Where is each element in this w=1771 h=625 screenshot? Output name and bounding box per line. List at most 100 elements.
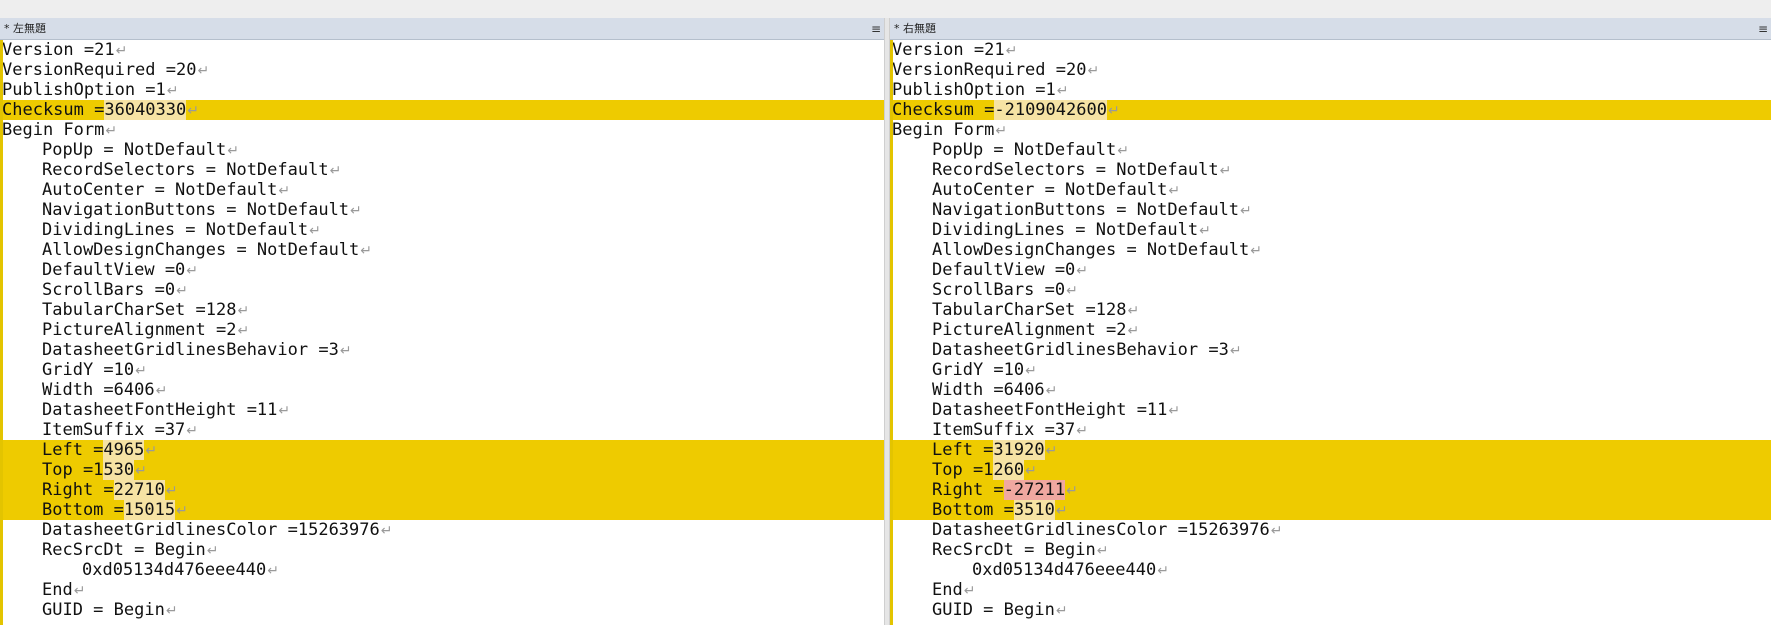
code-line[interactable]: RecSrcDt = Begin↵	[890, 540, 1771, 560]
diff-line[interactable]: Right =-27211↵	[890, 480, 1771, 500]
line-text: Begin Form	[2, 120, 105, 140]
code-line[interactable]: AutoCenter = NotDefault↵	[0, 180, 884, 200]
code-line[interactable]: VersionRequired =20↵	[890, 60, 1771, 80]
line-text: TabularCharSet =128	[42, 300, 237, 320]
line-end-icon: ↵	[155, 383, 168, 399]
code-line[interactable]: GUID = Begin↵	[0, 600, 884, 620]
code-line[interactable]: Version =21↵	[890, 40, 1771, 60]
window-top-bar	[0, 0, 1771, 18]
code-line[interactable]: DefaultView =0↵	[890, 260, 1771, 280]
diff-line[interactable]: Bottom =15015↵	[0, 500, 884, 520]
line-text: Version =21	[2, 40, 115, 60]
code-line[interactable]: PopUp = NotDefault↵	[890, 140, 1771, 160]
code-line[interactable]: NavigationButtons = NotDefault↵	[0, 200, 884, 220]
diff-line[interactable]: Bottom =3510↵	[890, 500, 1771, 520]
left-pane-menu-icon[interactable]: ≡	[871, 18, 881, 40]
code-line[interactable]: 0xd05134d476eee440↵	[0, 560, 884, 580]
diff-line[interactable]: Checksum =36040330↵	[0, 100, 884, 120]
left-change-gutter	[0, 40, 3, 625]
line-end-icon: ↵	[1076, 263, 1089, 279]
code-line[interactable]: RecordSelectors = NotDefault↵	[890, 160, 1771, 180]
diff-line[interactable]: Top =1530↵	[0, 460, 884, 480]
left-editor-pane[interactable]: * 左無題 ≡ Version =21↵ VersionRequired =20↵…	[0, 18, 884, 625]
line-end-icon: ↵	[329, 163, 342, 179]
diff-line[interactable]: Top =1260↵	[890, 460, 1771, 480]
line-end-icon: ↵	[1199, 223, 1211, 239]
line-text: RecordSelectors = NotDefault	[42, 160, 329, 180]
code-line[interactable]: PictureAlignment =2↵	[0, 320, 884, 340]
code-line[interactable]: DatasheetGridlinesColor =15263976↵	[890, 520, 1771, 540]
code-line[interactable]: End↵	[0, 580, 884, 600]
code-line[interactable]: ItemSuffix =37↵	[0, 420, 884, 440]
code-line[interactable]: TabularCharSet =128↵	[890, 300, 1771, 320]
code-line[interactable]: NavigationButtons = NotDefault↵	[890, 200, 1771, 220]
line-end-icon: ↵	[1117, 143, 1129, 159]
code-line[interactable]: DatasheetGridlinesBehavior =3↵	[890, 340, 1771, 360]
code-line[interactable]: PublishOption =1↵	[0, 80, 884, 100]
right-editor-pane[interactable]: * 右無題 ≡ Version =21↵ VersionRequired =20↵…	[890, 18, 1771, 625]
changed-text: 22710	[113, 480, 165, 500]
code-line[interactable]: GUID = Begin↵	[890, 600, 1771, 620]
code-line[interactable]: DatasheetGridlinesColor =15263976↵	[0, 520, 884, 540]
code-line[interactable]: GridY =10↵	[0, 360, 884, 380]
line-text: GridY =10	[932, 360, 1025, 380]
line-end-icon: ↵	[1066, 483, 1078, 499]
line-text: Left =	[932, 440, 994, 460]
line-text: Width =6406	[42, 380, 155, 400]
left-text-area[interactable]: Version =21↵ VersionRequired =20↵ PublishO…	[0, 40, 884, 620]
code-line[interactable]: End↵	[890, 580, 1771, 600]
line-text: Checksum =	[892, 100, 995, 120]
diff-line[interactable]: Right =22710↵	[0, 480, 884, 500]
code-line[interactable]: ScrollBars =0↵	[0, 280, 884, 300]
line-text: GUID = Begin	[42, 600, 165, 620]
code-line[interactable]: DividingLines = NotDefault↵	[0, 220, 884, 240]
diff-line[interactable]: Left =31920↵	[890, 440, 1771, 460]
code-line[interactable]: DatasheetFontHeight =11↵	[890, 400, 1771, 420]
line-end-icon: ↵	[278, 403, 291, 419]
right-pane-menu-icon[interactable]: ≡	[1758, 18, 1768, 40]
code-line[interactable]: RecSrcDt = Begin↵	[0, 540, 884, 560]
code-line[interactable]: DividingLines = NotDefault↵	[890, 220, 1771, 240]
line-end-icon: ↵	[1229, 343, 1242, 359]
changed-text: 530	[103, 460, 135, 480]
code-line[interactable]: 0xd05134d476eee440↵	[890, 560, 1771, 580]
line-text: GridY =10	[42, 360, 135, 380]
diff-line[interactable]: Left =4965↵	[0, 440, 884, 460]
code-line[interactable]: DatasheetGridlinesBehavior =3↵	[0, 340, 884, 360]
code-line[interactable]: Width =6406↵	[890, 380, 1771, 400]
code-line[interactable]: TabularCharSet =128↵	[0, 300, 884, 320]
right-text-area[interactable]: Version =21↵ VersionRequired =20↵ PublishO…	[890, 40, 1771, 620]
code-line[interactable]: GridY =10↵	[890, 360, 1771, 380]
line-text: VersionRequired =20	[892, 60, 1087, 80]
line-text: DividingLines = NotDefault	[42, 220, 309, 240]
code-line[interactable]: VersionRequired =20↵	[0, 60, 884, 80]
code-line[interactable]: Version =21↵	[0, 40, 884, 60]
line-end-icon: ↵	[963, 583, 976, 599]
code-line[interactable]: AutoCenter = NotDefault↵	[890, 180, 1771, 200]
code-line[interactable]: Begin Form↵	[0, 120, 884, 140]
line-end-icon: ↵	[360, 243, 373, 259]
code-line[interactable]: DatasheetFontHeight =11↵	[0, 400, 884, 420]
line-text: DatasheetGridlinesBehavior =3	[932, 340, 1229, 360]
line-text: RecordSelectors = NotDefault	[932, 160, 1219, 180]
code-line[interactable]: PublishOption =1↵	[890, 80, 1771, 100]
code-line[interactable]: DefaultView =0↵	[0, 260, 884, 280]
right-change-gutter	[890, 40, 893, 625]
line-text: PictureAlignment =2	[42, 320, 237, 340]
code-line[interactable]: Begin Form↵	[890, 120, 1771, 140]
line-text: NavigationButtons = NotDefault	[42, 200, 350, 220]
code-line[interactable]: PictureAlignment =2↵	[890, 320, 1771, 340]
line-text: DividingLines = NotDefault	[932, 220, 1199, 240]
code-line[interactable]: Width =6406↵	[0, 380, 884, 400]
line-end-icon: ↵	[1157, 563, 1169, 579]
code-line[interactable]: AllowDesignChanges = NotDefault↵	[890, 240, 1771, 260]
line-text: AllowDesignChanges = NotDefault	[42, 240, 360, 260]
code-line[interactable]: ItemSuffix =37↵	[890, 420, 1771, 440]
line-text: RecSrcDt = Begin	[42, 540, 206, 560]
diff-line[interactable]: Checksum =-2109042600↵	[890, 100, 1771, 120]
line-text: Checksum =	[2, 100, 105, 120]
code-line[interactable]: RecordSelectors = NotDefault↵	[0, 160, 884, 180]
code-line[interactable]: AllowDesignChanges = NotDefault↵	[0, 240, 884, 260]
code-line[interactable]: ScrollBars =0↵	[890, 280, 1771, 300]
code-line[interactable]: PopUp = NotDefault↵	[0, 140, 884, 160]
